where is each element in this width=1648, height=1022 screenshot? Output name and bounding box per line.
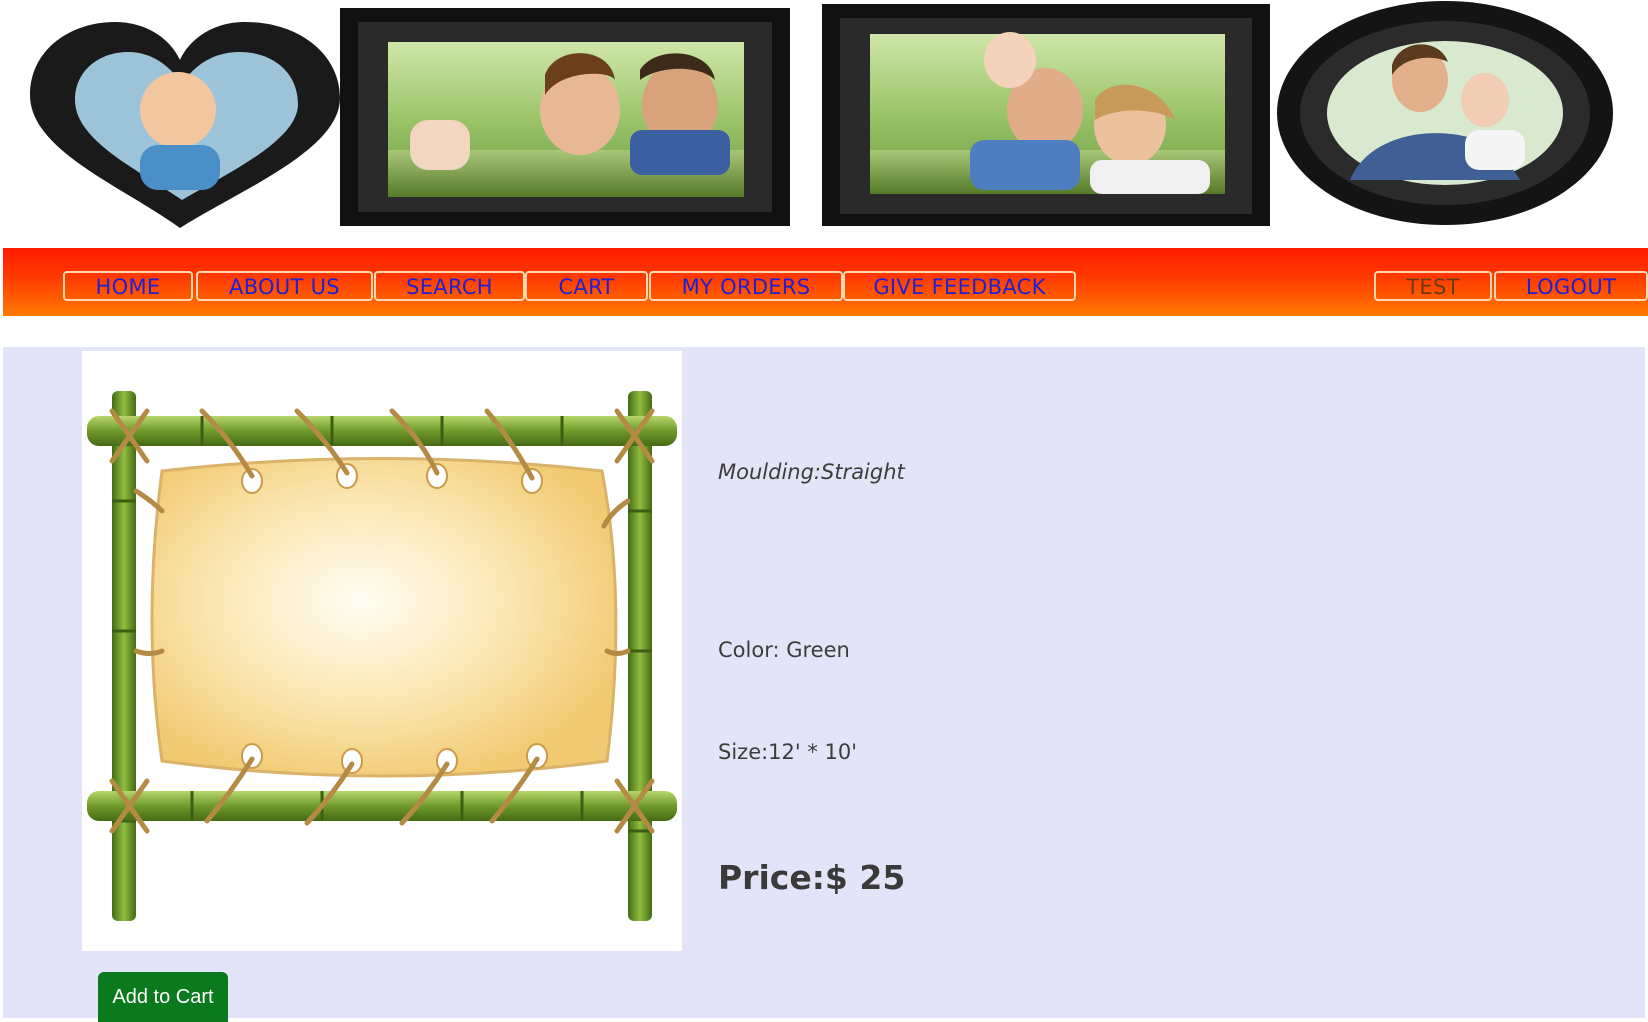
nav-about-us-link[interactable]: ABOUT US (196, 271, 373, 301)
rect-frame-2 (822, 4, 1270, 226)
nav-spacer (3, 316, 1648, 347)
header-banner (0, 0, 1648, 240)
product-size: Size:12' * 10' (718, 740, 858, 764)
product-price: Price:$ 25 (718, 858, 906, 897)
bamboo-frame-image (82, 351, 682, 951)
nav-search-link[interactable]: SEARCH (374, 271, 525, 301)
product-image (82, 351, 682, 951)
nav-my-orders-link[interactable]: MY ORDERS (649, 271, 843, 301)
rect-frame-1 (340, 8, 790, 226)
nav-home-link[interactable]: HOME (63, 271, 193, 301)
product-color: Color: Green (718, 638, 850, 662)
heart-frame (30, 22, 340, 228)
nav-give-feedback-link[interactable]: GIVE FEEDBACK (843, 271, 1076, 301)
product-moulding: Moulding:Straight (718, 460, 905, 484)
photo-frames-banner-image (30, 1, 1613, 228)
main-navbar: HOME ABOUT US SEARCH CART MY ORDERS GIVE… (3, 248, 1648, 316)
nav-cart-link[interactable]: CART (525, 271, 648, 301)
nav-logout-link[interactable]: LOGOUT (1494, 271, 1648, 301)
nav-user-test-link[interactable]: TEST (1374, 271, 1492, 301)
add-to-cart-button[interactable]: Add to Cart (98, 972, 228, 1022)
oval-frame (1277, 1, 1613, 225)
